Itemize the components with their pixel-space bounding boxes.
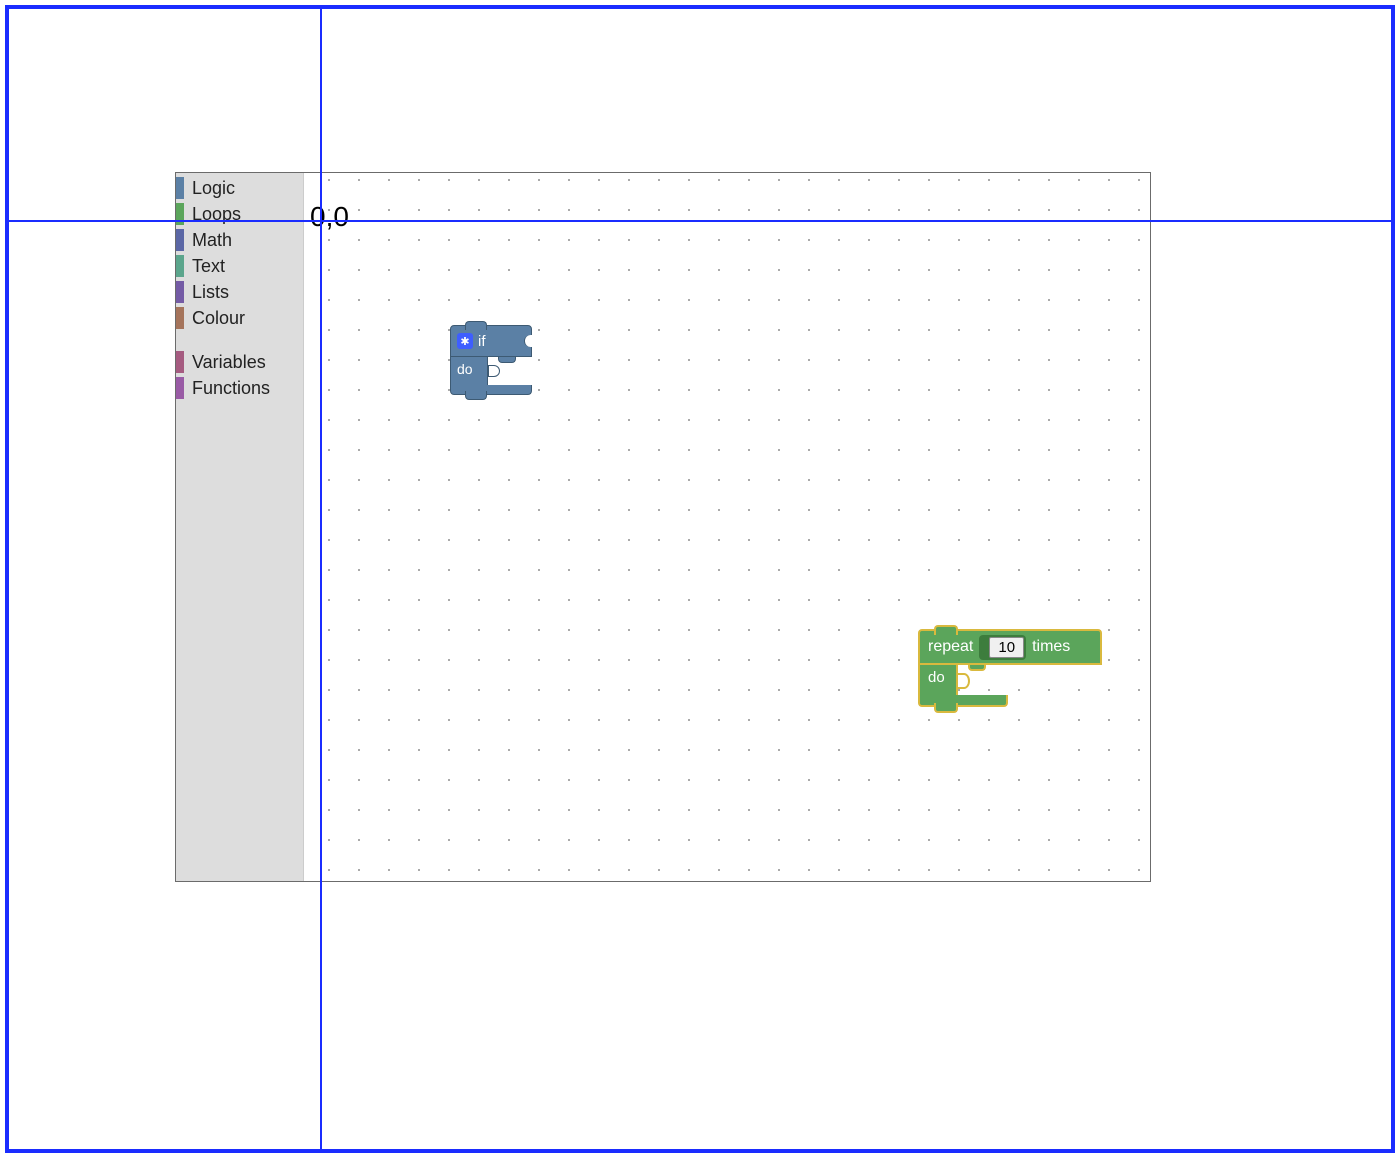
- swatch-logic: [176, 177, 184, 199]
- toolbox-item-text[interactable]: Text: [176, 253, 303, 279]
- repeat-block-header[interactable]: repeat 10 times: [918, 629, 1102, 665]
- swatch-variables: [176, 351, 184, 373]
- crosshair-vertical: [320, 5, 322, 1153]
- times-label: times: [1032, 638, 1070, 656]
- toolbox-label: Variables: [192, 352, 266, 373]
- toolbox-item-lists[interactable]: Lists: [176, 279, 303, 305]
- toolbox-item-loops[interactable]: Loops: [176, 201, 303, 227]
- toolbox-item-functions[interactable]: Functions: [176, 375, 303, 401]
- toolbox-separator: [176, 331, 303, 349]
- swatch-math: [176, 229, 184, 251]
- toolbox-item-math[interactable]: Math: [176, 227, 303, 253]
- toolbox-label: Lists: [192, 282, 229, 303]
- repeat-label: repeat: [928, 638, 973, 656]
- swatch-colour: [176, 307, 184, 329]
- repeat-count-value[interactable]: 10: [989, 637, 1024, 658]
- if-block-footer: [450, 385, 532, 395]
- do-label: do: [918, 665, 958, 695]
- if-block-body[interactable]: do: [450, 357, 532, 385]
- gear-icon[interactable]: ✱: [457, 333, 473, 349]
- toolbox-label: Logic: [192, 178, 235, 199]
- toolbox-label: Math: [192, 230, 232, 251]
- toolbox-label: Functions: [192, 378, 270, 399]
- swatch-functions: [176, 377, 184, 399]
- crosshair-horizontal: [5, 220, 1395, 222]
- swatch-text: [176, 255, 184, 277]
- repeat-block-footer: [918, 695, 1008, 707]
- toolbox-item-logic[interactable]: Logic: [176, 175, 303, 201]
- do-label: do: [450, 357, 488, 385]
- if-block[interactable]: ✱ if do: [450, 325, 532, 395]
- repeat-block[interactable]: repeat 10 times do: [918, 629, 1102, 707]
- toolbox-item-variables[interactable]: Variables: [176, 349, 303, 375]
- origin-label: 0,0: [310, 201, 349, 233]
- toolbox-label: Colour: [192, 308, 245, 329]
- if-label: if: [478, 333, 486, 350]
- repeat-count-socket[interactable]: 10: [979, 635, 1026, 660]
- workspace-canvas[interactable]: 0,0 ✱ if do repeat 10 times do: [304, 173, 1150, 881]
- if-block-header[interactable]: ✱ if: [450, 325, 532, 357]
- repeat-statement-slot[interactable]: [968, 665, 986, 671]
- toolbox-item-colour[interactable]: Colour: [176, 305, 303, 331]
- toolbox-label: Text: [192, 256, 225, 277]
- repeat-block-body[interactable]: do: [918, 665, 1102, 695]
- if-statement-slot[interactable]: [498, 357, 516, 363]
- toolbox: Logic Loops Math Text Lists Colour Varia…: [176, 173, 304, 881]
- swatch-lists: [176, 281, 184, 303]
